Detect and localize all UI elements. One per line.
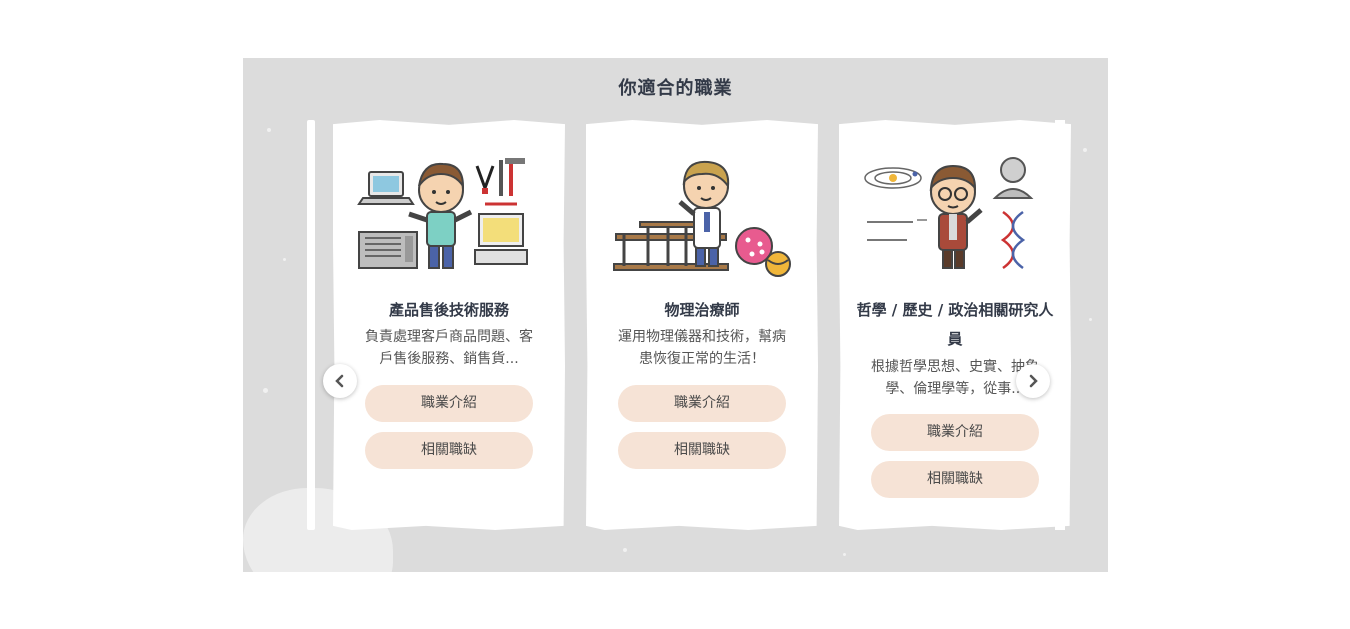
career-card: 產品售後技術服務 負責處理客戶商品問題、客戶售後服務、銷售貨... 職業介紹 相… (333, 120, 565, 530)
related-jobs-button[interactable]: 相關職缺 (871, 461, 1039, 498)
career-panel: 你適合的職業 產品售後技術服務 負責處理客戶商品問題、客戶售後服務、銷售貨...… (243, 58, 1108, 572)
researcher-illustration (864, 157, 1034, 270)
next-card-edge (1055, 120, 1065, 530)
texture-speck (267, 128, 271, 132)
section-title: 你適合的職業 (618, 78, 733, 99)
career-intro-button[interactable]: 職業介紹 (618, 385, 786, 422)
texture-speck (1083, 148, 1087, 152)
chevron-right-icon (1029, 374, 1038, 388)
career-title: 物理治療師 (664, 301, 740, 319)
related-jobs-button[interactable]: 相關職缺 (365, 432, 533, 469)
career-description: 運用物理儀器和技術，幫病患恢復正常的生活！ (618, 329, 786, 367)
texture-speck (623, 548, 627, 552)
carousel-next-button[interactable] (1016, 364, 1050, 398)
career-title: 哲學 / 歷史 / 政治相關研究人員 (856, 301, 1054, 348)
chevron-left-icon (335, 374, 344, 388)
therapist-illustration (613, 160, 791, 277)
career-intro-button[interactable]: 職業介紹 (365, 385, 533, 422)
previous-card-edge (307, 120, 315, 530)
texture-speck (843, 553, 846, 556)
career-description: 負責處理客戶商品問題、客戶售後服務、銷售貨... (365, 329, 533, 367)
career-card: 物理治療師 運用物理儀器和技術，幫病患恢復正常的生活！ 職業介紹 相關職缺 (586, 120, 818, 530)
related-jobs-button[interactable]: 相關職缺 (618, 432, 786, 469)
career-title: 產品售後技術服務 (388, 301, 509, 319)
texture-speck (263, 388, 268, 393)
technician-illustration (357, 158, 528, 269)
career-intro-button[interactable]: 職業介紹 (871, 414, 1039, 451)
texture-speck (1089, 318, 1092, 321)
carousel-prev-button[interactable] (323, 364, 357, 398)
texture-speck (283, 258, 286, 261)
career-card: 哲學 / 歷史 / 政治相關研究人員 根據哲學思想、史實、抽象學、倫理學等，從事… (839, 120, 1071, 530)
